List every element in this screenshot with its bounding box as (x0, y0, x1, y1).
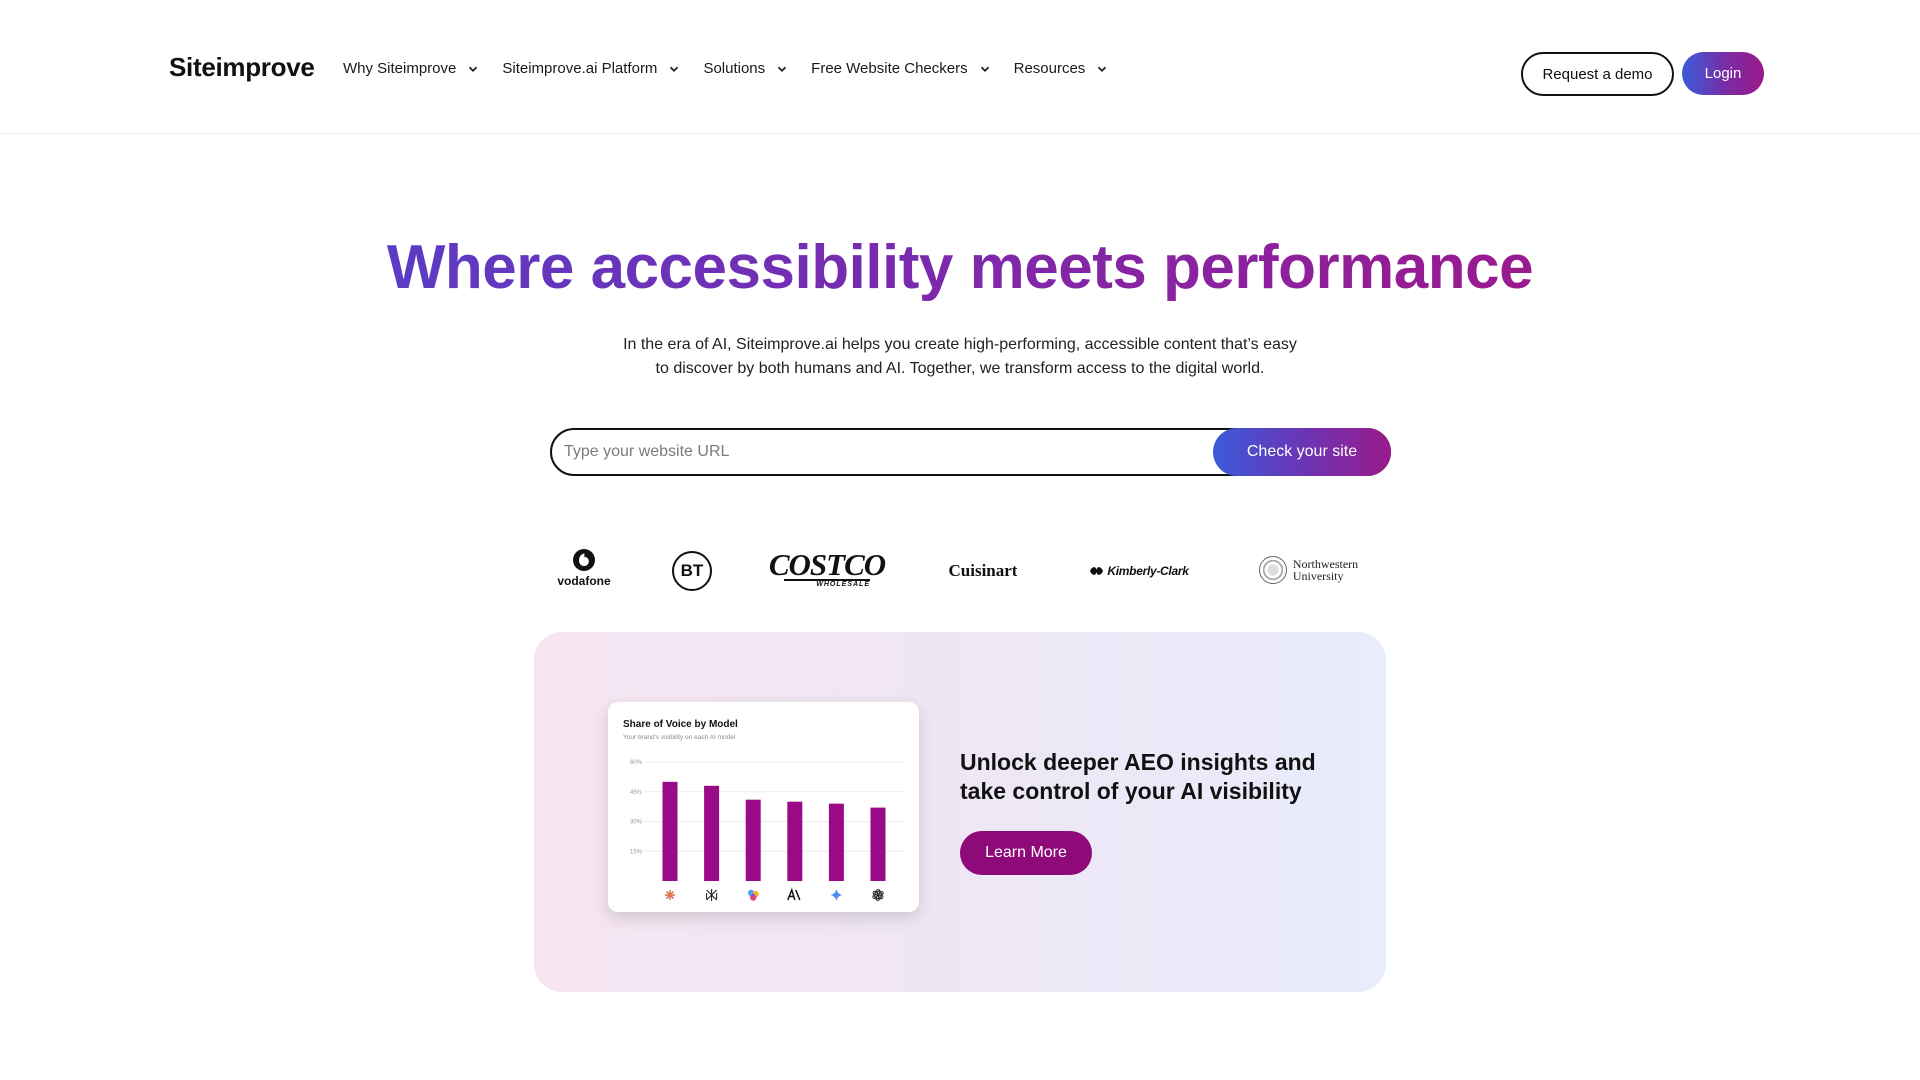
cuisinart-logo: Cuisinart (938, 559, 1028, 583)
bt-wordmark: BT (680, 561, 704, 580)
nav-label: Solutions (703, 60, 766, 77)
openai-icon (872, 888, 884, 902)
nav-label: Why Siteimprove (343, 60, 457, 77)
chart-title: Share of Voice by Model (623, 719, 738, 730)
y-tick-label: 15% (630, 849, 643, 855)
nav-why-siteimprove[interactable]: Why Siteimprove (343, 60, 479, 77)
aeo-promo-card: 15% 30% 45% 60% Share of Voice by Model You… (534, 632, 1386, 992)
chart-subtitle: Your brand's visibility on each AI model (623, 734, 736, 741)
hero-title: Where accessibility meets performance (0, 232, 1920, 303)
kimberly-clark-bird-icon (1090, 567, 1104, 575)
chevron-down-icon (668, 63, 680, 75)
share-of-voice-chart-card: 15% 30% 45% 60% Share of Voice by Model You… (608, 702, 919, 912)
login-button[interactable]: Login (1682, 52, 1764, 95)
nav-solutions[interactable]: Solutions (703, 60, 788, 77)
request-demo-button[interactable]: Request a demo (1521, 52, 1674, 96)
promo-heading: Unlock deeper AEO insights and take cont… (960, 749, 1316, 804)
nav-label: Free Website Checkers (811, 60, 968, 77)
hero-subtitle: In the era of AI, Siteimprove.ai helps y… (623, 336, 1297, 377)
northwestern-line2: University (1292, 569, 1344, 583)
vodafone-wordmark: vodafone (557, 574, 611, 588)
northwestern-wordmark: Northwestern University (1293, 558, 1358, 582)
hero-title-text: Where accessibility meets performance (386, 233, 1534, 302)
claude-icon (665, 890, 675, 900)
nav-label: Siteimprove.ai Platform (502, 60, 658, 77)
bar (787, 801, 803, 881)
costco-subtitle: WHOLESALE (784, 579, 870, 589)
perplexity-icon (706, 889, 718, 901)
nav-label: Resources (1013, 60, 1086, 77)
y-tick-label: 60% (630, 760, 643, 766)
site-header: Siteimprove Why Siteimprove Siteimprove.… (0, 0, 1920, 134)
costco-wordmark: COSTCO (768, 547, 886, 582)
y-tick-label: 30% (630, 820, 643, 826)
anthropic-icon (787, 887, 801, 901)
siteimprove-logo[interactable]: Siteimprove (169, 52, 315, 83)
northwestern-seal-icon (1258, 556, 1287, 584)
northwestern-logo: Northwestern University (1252, 555, 1365, 585)
gemini-icon (830, 889, 843, 901)
bar (745, 799, 761, 881)
cuisinart-wordmark: Cuisinart (948, 561, 1018, 580)
costco-logo: COSTCO WHOLESALE (768, 547, 886, 589)
chevron-down-icon (979, 63, 991, 75)
chevron-down-icon (776, 63, 788, 75)
y-tick-label: 45% (630, 790, 643, 796)
copilot-icon (748, 889, 759, 901)
vodafone-speechmark-icon (573, 549, 595, 571)
website-url-input[interactable] (564, 430, 1204, 474)
nav-resources[interactable]: Resources (1014, 60, 1109, 77)
main-nav: Why Siteimprove Siteimprove.ai Platform … (343, 60, 1131, 77)
kimberly-clark-wordmark: Kimberly-Clark (1107, 564, 1189, 578)
bt-logo: BT (672, 551, 712, 591)
nav-free-website-checkers[interactable]: Free Website Checkers (811, 60, 990, 77)
learn-more-button[interactable]: Learn More (960, 831, 1092, 875)
bar (704, 785, 720, 881)
client-logos: vodafone BT COSTCO WHOLESALE Cuisinart K… (0, 545, 1920, 595)
bar (828, 803, 844, 881)
chevron-down-icon (1096, 63, 1108, 75)
chevron-down-icon (467, 63, 479, 75)
bar (662, 781, 678, 881)
kimberly-clark-logo: Kimberly-Clark (1083, 559, 1195, 583)
bar (870, 807, 886, 881)
vodafone-logo: vodafone (552, 545, 616, 591)
nav-platform[interactable]: Siteimprove.ai Platform (502, 60, 680, 77)
check-your-site-button[interactable]: Check your site (1213, 428, 1391, 476)
